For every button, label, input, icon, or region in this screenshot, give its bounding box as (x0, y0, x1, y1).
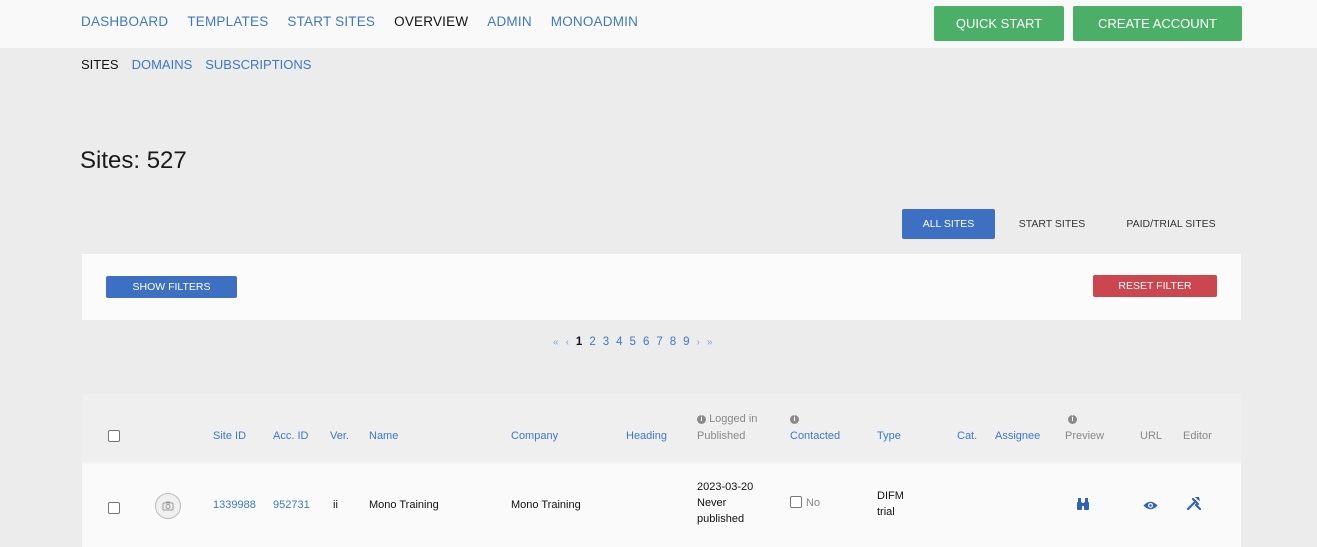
col-name[interactable]: Name (369, 430, 398, 442)
row-published-line1: Never (697, 497, 727, 509)
tools-icon[interactable] (1186, 495, 1202, 515)
page-link-3[interactable]: 3 (603, 336, 609, 348)
page-link-6[interactable]: 6 (643, 336, 649, 348)
col-acc-id[interactable]: Acc. ID (273, 430, 308, 442)
page-link-7[interactable]: 7 (656, 336, 662, 348)
paid-trial-sites-toggle[interactable]: PAID/TRIAL SITES (1115, 209, 1227, 239)
pagination: « ‹ 1 2 3 4 5 6 7 8 9 › » (553, 336, 719, 348)
row-type-line1: DIFM (877, 490, 904, 502)
table-row (82, 464, 1241, 547)
row-published-line2: published (697, 513, 745, 525)
nav-overview[interactable]: OVERVIEW (394, 14, 468, 29)
site-thumbnail-icon (155, 493, 181, 519)
camera-icon (162, 501, 174, 511)
last-page-link[interactable]: » (707, 337, 713, 348)
row-type-line2: trial (877, 506, 895, 518)
contacted-checkbox[interactable] (790, 496, 802, 508)
row-acc-id[interactable]: 952731 (273, 498, 310, 513)
col-logged-in-label: Logged in (709, 413, 758, 425)
row-ver: ii (333, 499, 338, 511)
col-cat[interactable]: Cat. (957, 430, 977, 442)
col-ver[interactable]: Ver. (330, 430, 349, 442)
row-contacted: No (806, 497, 821, 509)
row-name: Mono Training (369, 499, 439, 511)
show-filters-button[interactable]: SHOW FILTERS (106, 276, 237, 298)
page-link-9[interactable]: 9 (683, 336, 689, 348)
page-title: Sites: 527 (80, 147, 187, 174)
col-company[interactable]: Company (511, 430, 558, 442)
col-logged-in[interactable]: i Logged in (697, 413, 757, 425)
info-icon: i (790, 415, 799, 424)
nav-admin[interactable]: ADMIN (487, 14, 532, 29)
row-logged-in: 2023-03-20 (697, 481, 754, 493)
nav-templates[interactable]: TEMPLATES (187, 14, 268, 29)
col-type[interactable]: Type (877, 430, 901, 442)
page-link-1[interactable]: 1 (576, 336, 582, 348)
eye-icon[interactable] (1143, 498, 1158, 515)
info-icon: i (1068, 415, 1077, 424)
preview-info: i (1068, 413, 1077, 425)
reset-filter-button[interactable]: RESET FILTER (1093, 275, 1217, 297)
start-sites-toggle[interactable]: START SITES (1005, 209, 1099, 239)
first-page-link[interactable]: « (553, 337, 559, 348)
nav-monoadmin[interactable]: MONOADMIN (551, 14, 638, 29)
all-sites-toggle[interactable]: ALL SITES (902, 209, 995, 239)
nav-start-sites[interactable]: START SITES (287, 14, 375, 29)
info-icon: i (697, 415, 706, 424)
col-contacted[interactable]: Contacted (790, 430, 840, 442)
table-header (82, 394, 1241, 462)
contacted-info: i (790, 413, 799, 425)
subnav-sites[interactable]: SITES (81, 57, 119, 72)
next-page-link[interactable]: › (697, 337, 700, 348)
subnav-subscriptions[interactable]: SUBSCRIPTIONS (205, 57, 311, 72)
row-site-id[interactable]: 1339988 (213, 498, 256, 513)
page-link-5[interactable]: 5 (630, 336, 636, 348)
prev-page-link[interactable]: ‹ (566, 337, 569, 348)
quick-start-button[interactable]: QUICK START (934, 6, 1064, 41)
col-published[interactable]: Published (697, 430, 745, 442)
subnav-domains[interactable]: DOMAINS (132, 57, 193, 72)
main-nav: DASHBOARD TEMPLATES START SITES OVERVIEW… (81, 14, 657, 29)
create-account-button[interactable]: CREATE ACCOUNT (1073, 6, 1242, 41)
binoculars-icon[interactable] (1077, 497, 1089, 515)
col-editor: Editor (1183, 430, 1212, 442)
nav-dashboard[interactable]: DASHBOARD (81, 14, 168, 29)
col-preview: Preview (1065, 430, 1105, 442)
page-link-2[interactable]: 2 (589, 336, 595, 348)
page-link-8[interactable]: 8 (670, 336, 676, 348)
page-link-4[interactable]: 4 (616, 336, 622, 348)
row-checkbox[interactable] (108, 502, 120, 514)
filter-bar (82, 254, 1241, 320)
col-assignee[interactable]: Assignee (995, 430, 1040, 442)
sub-nav: SITES DOMAINS SUBSCRIPTIONS (81, 57, 324, 72)
col-url: URL (1140, 430, 1163, 442)
select-all-checkbox[interactable] (108, 430, 120, 442)
col-site-id[interactable]: Site ID (213, 430, 246, 442)
row-company: Mono Training (511, 499, 581, 511)
col-heading[interactable]: Heading (626, 430, 667, 442)
